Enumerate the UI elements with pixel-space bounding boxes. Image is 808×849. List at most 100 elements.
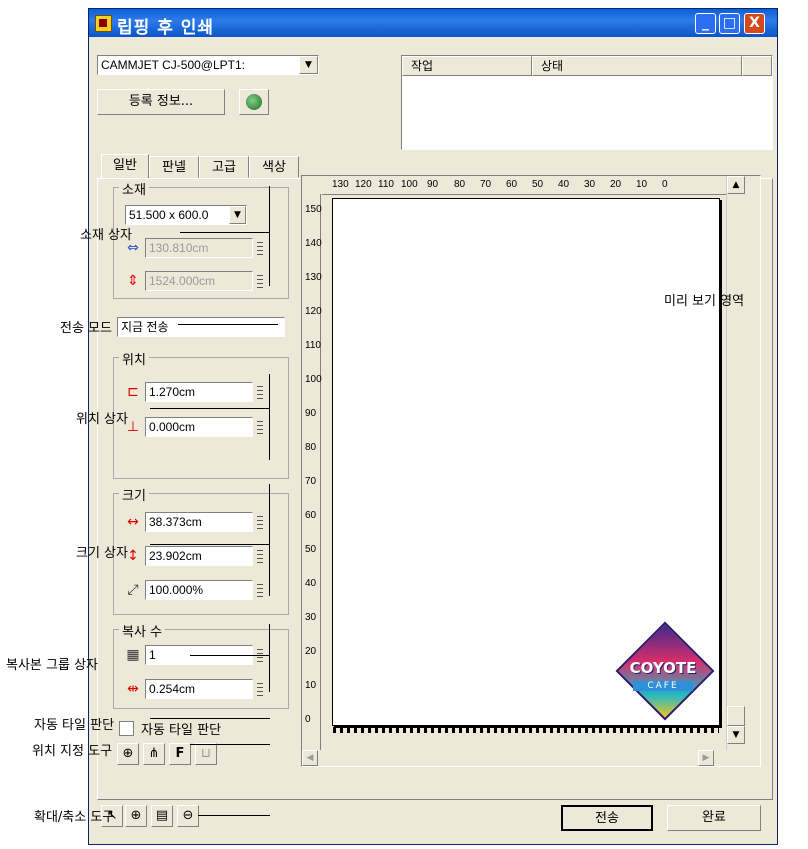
callout-auto-tile: 자동 타일 판단 — [34, 718, 115, 733]
done-button[interactable]: 완료 — [667, 805, 761, 831]
h-tick-130: 130 — [332, 179, 349, 190]
h-tick-70: 70 — [480, 179, 492, 190]
copies-spacing-field[interactable]: 0.254cm — [145, 679, 253, 699]
media-width-field[interactable]: 130.810cm — [145, 238, 253, 258]
auto-tile-label: 자동 타일 판단 — [141, 723, 222, 738]
scroll-up-arrow-icon[interactable]: ▲ — [727, 176, 745, 194]
tab-general[interactable]: 일반 — [101, 154, 149, 179]
scale-icon: ⤢ — [127, 582, 139, 598]
printer-select[interactable]: CAMMJET CJ-500@LPT1: — [97, 55, 319, 75]
job-list[interactable]: 작업 상태 — [401, 55, 773, 150]
scale-field[interactable]: 100.000% — [145, 580, 253, 600]
vertical-scrollbar[interactable]: ▲ ▼ — [726, 176, 745, 750]
h-tick-50: 50 — [532, 179, 544, 190]
vertical-scroll-thumb[interactable] — [727, 706, 745, 726]
auto-tile-checkbox[interactable] — [119, 721, 134, 736]
preview-page: COYOTE CAFE — [332, 198, 720, 733]
v-tick-40: 40 — [305, 578, 317, 589]
v-tick-110: 110 — [305, 340, 321, 351]
position-x-icon: ⊏ — [127, 384, 139, 400]
v-tick-0: 0 — [305, 714, 311, 725]
v-tick-10: 10 — [305, 680, 317, 691]
size-height-field[interactable]: 23.902cm — [145, 546, 253, 566]
media-edge-marks — [333, 727, 719, 733]
tab-panel[interactable]: 판넬 — [149, 156, 199, 178]
position-tool-corner[interactable]: ⊕ — [117, 743, 139, 765]
copies-group-label: 복사 수 — [119, 621, 166, 640]
size-group-label: 크기 — [119, 485, 149, 504]
h-tick-60: 60 — [506, 179, 518, 190]
v-tick-30: 30 — [305, 612, 317, 623]
scroll-left-arrow-icon[interactable]: ◀ — [302, 750, 318, 766]
size-width-icon: ↔ — [127, 514, 139, 530]
copies-spacing-spinner[interactable] — [255, 679, 267, 699]
v-tick-130: 130 — [305, 272, 322, 283]
position-x-field[interactable]: 1.270cm — [145, 382, 253, 402]
minimize-button[interactable]: _ — [695, 13, 716, 34]
horizontal-ruler: 130 120 110 100 90 80 70 60 50 40 30 20 … — [322, 176, 726, 195]
media-length-field[interactable]: 1524.000cm — [145, 271, 253, 291]
callout-line-size — [150, 544, 270, 545]
size-width-field[interactable]: 38.373cm — [145, 512, 253, 532]
position-group-label: 위치 — [119, 349, 149, 368]
zoom-out-tool-button[interactable]: ⊖ — [177, 805, 199, 827]
v-tick-80: 80 — [305, 442, 317, 453]
callout-bracket-position — [269, 374, 270, 460]
h-tick-30: 30 — [584, 179, 596, 190]
copies-spacing-icon: ⇹ — [127, 681, 139, 697]
register-info-button[interactable]: 등록 정보... — [97, 89, 225, 115]
logo-text: COYOTE — [629, 659, 697, 677]
position-x-spinner[interactable] — [255, 382, 267, 402]
media-width-spinner[interactable] — [255, 238, 267, 258]
fit-page-tool-button[interactable]: ▤ — [151, 805, 173, 827]
zoom-out-icon: ⊖ — [182, 808, 194, 823]
maximize-button[interactable]: □ — [719, 13, 740, 34]
callout-position-tools: 위치 지정 도구 — [32, 744, 113, 759]
app-icon — [95, 15, 112, 32]
send-mode-select[interactable]: 지금 전송 — [117, 317, 285, 337]
callout-line-copy — [190, 655, 270, 656]
h-tick-20: 20 — [610, 179, 622, 190]
h-tick-110: 110 — [378, 179, 394, 190]
size-height-spinner[interactable] — [255, 546, 267, 566]
media-dropdown-arrow-icon[interactable]: ▼ — [229, 206, 246, 224]
empty-column-header — [742, 56, 772, 76]
h-tick-90: 90 — [427, 179, 439, 190]
position-tool-disabled[interactable]: ⊔ — [195, 743, 217, 765]
status-column-header[interactable]: 상태 — [532, 56, 742, 76]
scale-spinner[interactable] — [255, 580, 267, 600]
printer-dropdown-arrow-icon[interactable]: ▼ — [299, 56, 318, 74]
page-icon: ▤ — [155, 808, 169, 823]
scroll-right-arrow-icon[interactable]: ▶ — [698, 750, 714, 766]
job-column-header[interactable]: 작업 — [402, 56, 532, 76]
scroll-down-arrow-icon[interactable]: ▼ — [727, 726, 745, 744]
callout-bracket-size — [269, 484, 270, 596]
tab-color[interactable]: 색상 — [249, 156, 299, 178]
v-tick-100: 100 — [305, 374, 322, 385]
h-tick-10: 10 — [636, 179, 648, 190]
callout-zoom-tools: 확대/축소 도구 — [34, 810, 115, 825]
send-button[interactable]: 전송 — [561, 805, 653, 831]
position-y-spinner[interactable] — [255, 417, 267, 437]
zoom-in-tool-button[interactable]: ⊕ — [125, 805, 147, 827]
callout-line-zoom — [198, 815, 270, 816]
callout-line-position — [150, 408, 270, 409]
v-tick-150: 150 — [305, 204, 322, 215]
close-button[interactable]: X — [744, 13, 765, 34]
position-tool-flip[interactable]: F — [169, 743, 191, 765]
v-tick-20: 20 — [305, 646, 317, 657]
callout-bracket-media — [269, 186, 270, 286]
preview-area[interactable]: 130 120 110 100 90 80 70 60 50 40 30 20 … — [301, 175, 761, 767]
media-length-spinner[interactable] — [255, 271, 267, 291]
h-tick-100: 100 — [401, 179, 418, 190]
position-tool-center[interactable]: ⋔ — [143, 743, 165, 765]
tab-advanced[interactable]: 고급 — [199, 156, 249, 178]
callout-line-position-tools — [190, 744, 270, 745]
size-width-spinner[interactable] — [255, 512, 267, 532]
window-title: 립핑 후 인쇄 — [117, 18, 215, 38]
position-y-field[interactable]: 0.000cm — [145, 417, 253, 437]
v-tick-50: 50 — [305, 544, 317, 555]
horizontal-scrollbar[interactable]: ◀ ▶ — [302, 750, 726, 766]
callout-line-send-mode — [178, 324, 278, 325]
printer-settings-button[interactable] — [239, 89, 269, 115]
